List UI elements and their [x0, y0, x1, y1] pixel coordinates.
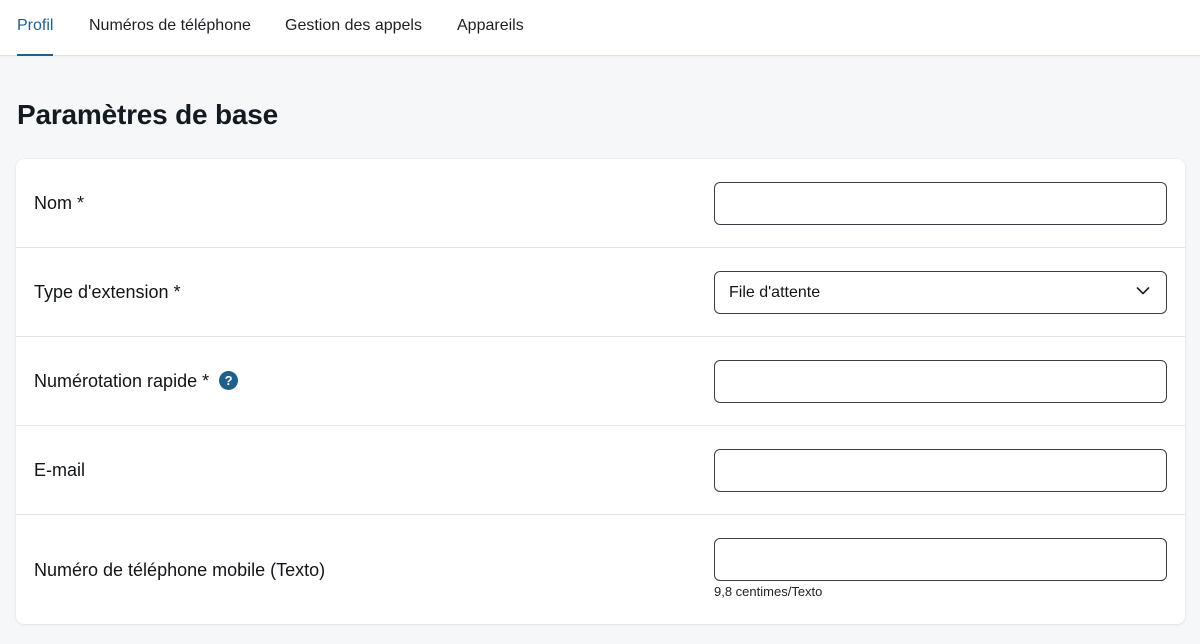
form-row-email: E-mail [16, 426, 1185, 515]
help-icon[interactable]: ? [219, 371, 239, 390]
tab-phone-numbers[interactable]: Numéros de téléphone [89, 0, 251, 56]
extension-type-select[interactable]: File d'attente [714, 271, 1167, 314]
name-input[interactable] [714, 182, 1167, 225]
tab-bar: Profil Numéros de téléphone Gestion des … [0, 0, 1200, 56]
page-title: Paramètres de base [17, 99, 279, 130]
form-row-mobile: Numéro de téléphone mobile (Texto) 9,8 c… [16, 515, 1185, 624]
form-row-extension-type: Type d'extension * File d'attente [16, 248, 1185, 337]
mobile-input[interactable] [714, 538, 1167, 581]
speed-dial-label-wrap: Numérotation rapide *? [34, 371, 239, 392]
extension-type-label: Type d'extension * [34, 282, 181, 302]
form-row-speed-dial: Numérotation rapide *? [16, 337, 1185, 426]
speed-dial-label: Numérotation rapide * [34, 371, 210, 391]
mobile-hint: 9,8 centimes/Texto [714, 584, 823, 599]
email-input[interactable] [714, 449, 1167, 492]
mobile-label: Numéro de téléphone mobile (Texto) [34, 560, 326, 580]
speed-dial-input[interactable] [714, 360, 1167, 403]
basic-settings-card: Nom * Type d'extension * File d'attente … [16, 159, 1185, 624]
email-label: E-mail [34, 460, 86, 480]
tab-profil[interactable]: Profil [17, 0, 54, 56]
form-row-name: Nom * [16, 159, 1185, 248]
tab-call-management[interactable]: Gestion des appels [285, 0, 422, 56]
chevron-down-icon [1136, 287, 1150, 295]
tab-devices[interactable]: Appareils [457, 0, 524, 56]
extension-type-selected-value: File d'attente [729, 284, 821, 301]
name-label: Nom * [34, 193, 85, 213]
